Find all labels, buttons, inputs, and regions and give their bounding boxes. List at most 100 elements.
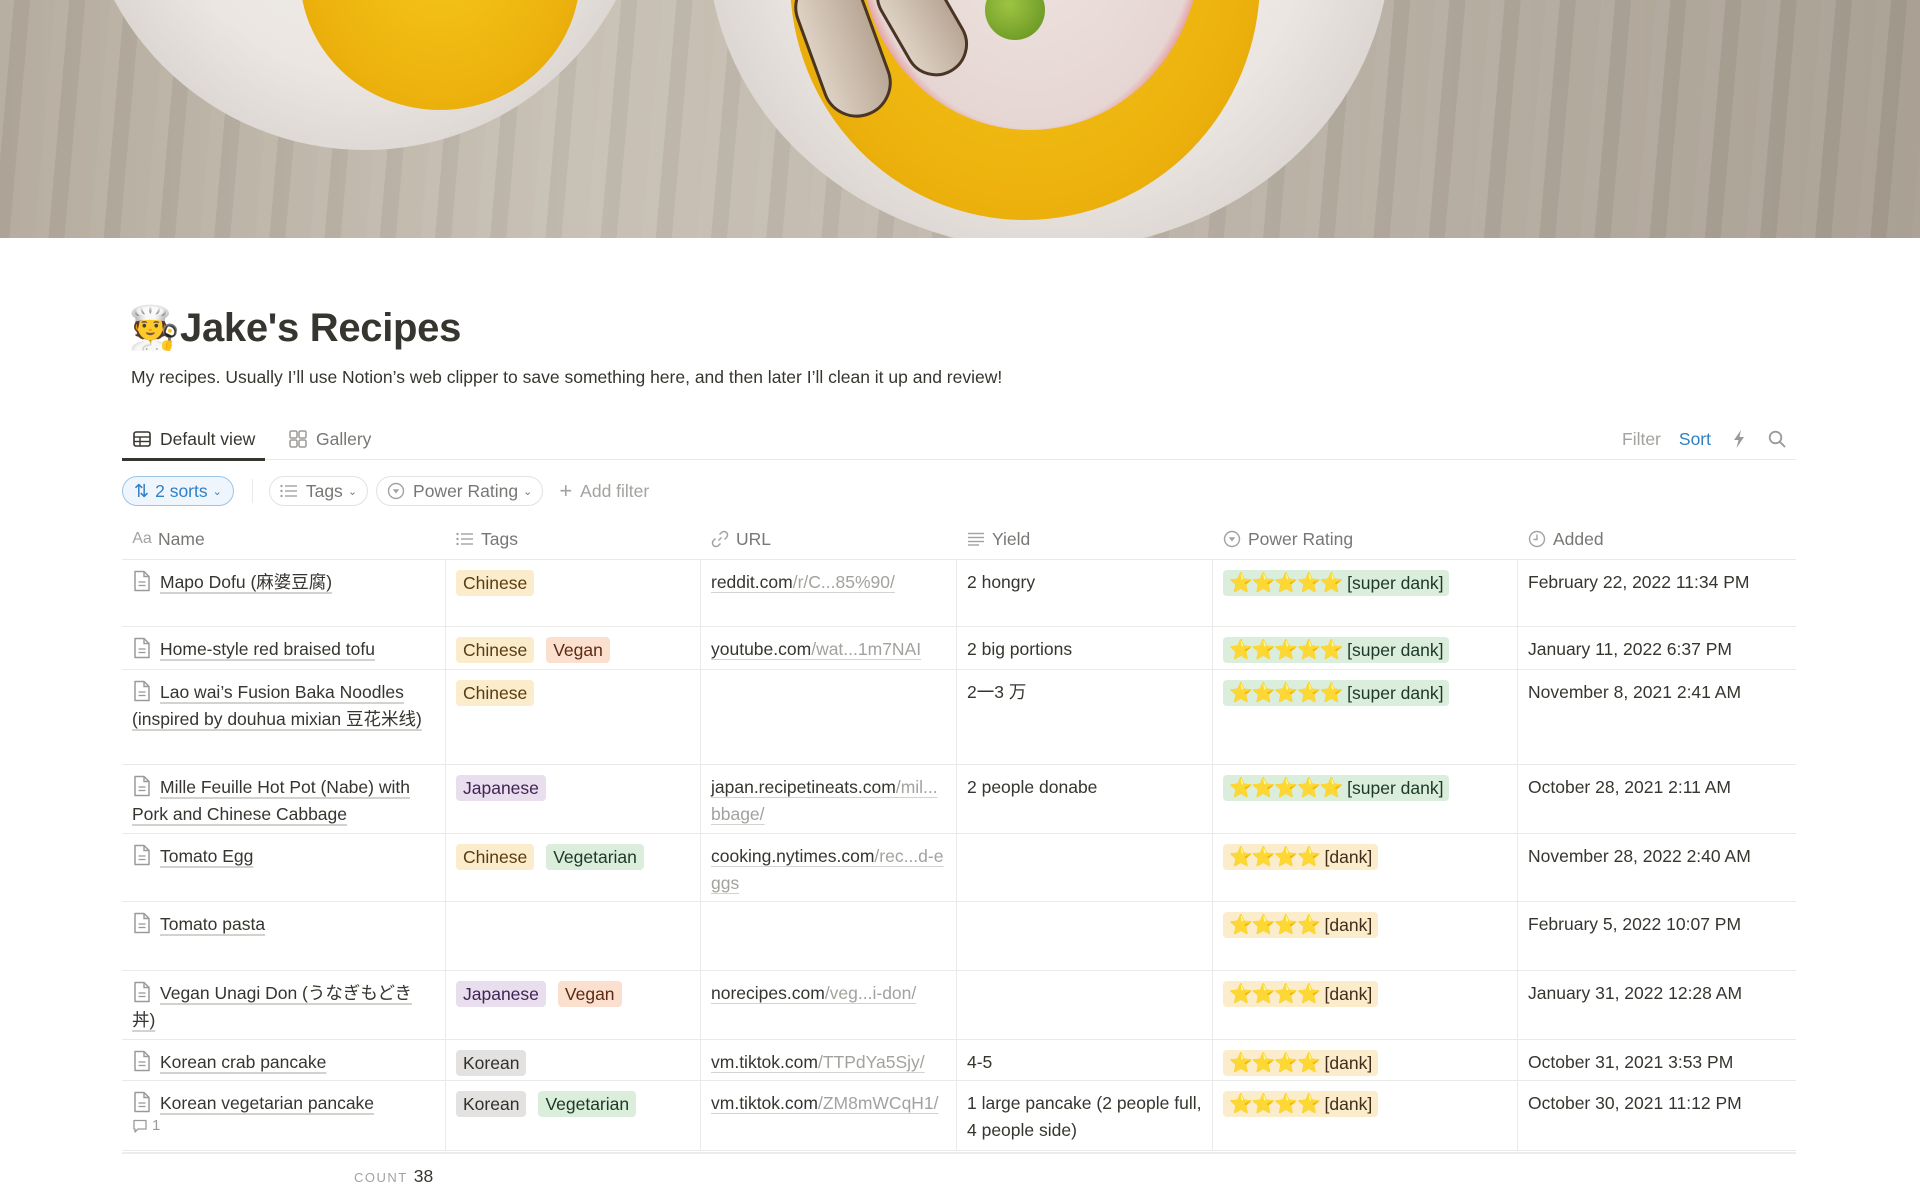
power-rating-filter-pill[interactable]: Power Rating ⌄ [376,476,544,506]
cell-url[interactable]: cooking.nytimes.com/rec...d-eggs [700,834,956,901]
tag-vegan[interactable]: Vegan [546,637,610,663]
cell-yield[interactable] [956,971,1212,1039]
column-header-power-rating[interactable]: Power Rating [1212,518,1517,560]
column-header-added[interactable]: Added [1517,518,1796,560]
cell-power-rating[interactable]: ⭐⭐⭐⭐ [dank] [1212,971,1517,1039]
cell-power-rating[interactable]: ⭐⭐⭐⭐ [dank] [1212,1040,1517,1080]
table-row[interactable]: Vegan Unagi Don (うなぎもどき丼) Japanese Vegan no… [122,971,1796,1040]
cell-name[interactable]: Mille Feuille Hot Pot (Nabe) with Pork a… [122,765,445,833]
recipe-name-link[interactable]: Tomato pasta [160,914,265,934]
url-link[interactable]: youtube.com/wat...1m7NAI [711,639,921,659]
sorts-pill[interactable]: ⇅ 2 sorts ⌄ [122,476,234,506]
cell-tags[interactable]: Korean [445,1040,700,1080]
table-row[interactable]: Tomato Egg Chinese Vegetarian cooking.nytim… [122,834,1796,902]
column-header-tags[interactable]: Tags [445,518,700,560]
column-header-yield[interactable]: Yield [956,518,1212,560]
power-rating-badge[interactable]: ⭐⭐⭐⭐ [dank] [1223,1050,1379,1076]
recipe-name-link[interactable]: Vegan Unagi Don (うなぎもどき丼) [132,983,412,1030]
sort-button[interactable]: Sort [1670,424,1720,454]
power-rating-badge[interactable]: ⭐⭐⭐⭐⭐ [super dank] [1223,637,1450,663]
table-row[interactable]: Home-style red braised tofu Chinese Vegan y… [122,627,1796,670]
table-row[interactable]: Lao wai’s Fusion Baka Noodles (inspired … [122,670,1796,765]
cell-name[interactable]: Korean crab pancake [122,1040,445,1080]
recipe-name-link[interactable]: Mapo Dofu (麻婆豆腐) [160,572,332,592]
tag-chinese[interactable]: Chinese [456,637,535,663]
cell-tags[interactable]: Japanese [445,765,700,833]
url-link[interactable]: norecipes.com/veg...i-don/ [711,983,916,1003]
url-link[interactable]: vm.tiktok.com/TTPdYa5Sjy/ [711,1052,925,1072]
recipe-name-link[interactable]: Lao wai’s Fusion Baka Noodles (inspired … [132,682,422,729]
cell-power-rating[interactable]: ⭐⭐⭐⭐ [dank] [1212,902,1517,970]
url-link[interactable]: vm.tiktok.com/ZM8mWCqH1/ [711,1093,939,1113]
tab-default-view[interactable]: Default view [122,418,266,461]
cell-url[interactable] [700,902,956,970]
cell-yield[interactable]: 2 people donabe [956,765,1212,833]
cell-yield[interactable]: 2 big portions [956,627,1212,669]
cell-power-rating[interactable]: ⭐⭐⭐⭐⭐ [super dank] [1212,560,1517,626]
cell-tags[interactable] [445,902,700,970]
tag-korean[interactable]: Korean [456,1091,527,1117]
tag-japanese[interactable]: Japanese [456,981,546,1007]
table-row[interactable]: Tomato pasta ⭐⭐⭐⭐ [dank] February 5, 2022 … [122,902,1796,971]
cell-power-rating[interactable]: ⭐⭐⭐⭐ [dank] [1212,834,1517,901]
url-link[interactable]: japan.recipetineats.com/mil...bbage/ [711,777,938,824]
page-title[interactable]: Jake's Recipes [180,300,461,356]
tag-vegetarian[interactable]: Vegetarian [538,1091,637,1117]
cell-tags[interactable]: Chinese Vegetarian [445,834,700,901]
automation-button[interactable] [1720,424,1758,454]
cell-url[interactable]: vm.tiktok.com/TTPdYa5Sjy/ [700,1040,956,1080]
table-row[interactable]: Mille Feuille Hot Pot (Nabe) with Pork a… [122,765,1796,834]
cell-url[interactable]: youtube.com/wat...1m7NAI [700,627,956,669]
cell-url[interactable] [700,670,956,764]
tag-chinese[interactable]: Chinese [456,844,535,870]
comment-count[interactable]: 1 [132,1117,435,1135]
cell-name[interactable]: Vegan Unagi Don (うなぎもどき丼) [122,971,445,1039]
chef-emoji-icon[interactable]: 🧑‍🍳 [128,300,180,356]
cell-yield[interactable]: 4-5 [956,1040,1212,1080]
cell-power-rating[interactable]: ⭐⭐⭐⭐⭐ [super dank] [1212,670,1517,764]
cell-power-rating[interactable]: ⭐⭐⭐⭐⭐ [super dank] [1212,765,1517,833]
recipe-name-link[interactable]: Tomato Egg [160,846,253,866]
cell-url[interactable]: reddit.com/r/C...85%90/ [700,560,956,626]
search-button[interactable] [1758,424,1796,454]
column-header-url[interactable]: URL [700,518,956,560]
cell-name[interactable]: Tomato Egg [122,834,445,901]
tags-filter-pill[interactable]: Tags ⌄ [268,476,369,506]
power-rating-badge[interactable]: ⭐⭐⭐⭐ [dank] [1223,912,1379,938]
column-header-name[interactable]: Aa Name [122,518,445,560]
tag-chinese[interactable]: Chinese [456,570,535,596]
cell-tags[interactable]: Chinese [445,670,700,764]
tag-korean[interactable]: Korean [456,1050,527,1076]
power-rating-badge[interactable]: ⭐⭐⭐⭐ [dank] [1223,1091,1379,1117]
add-filter-button[interactable]: + Add filter [559,478,649,504]
recipe-name-link[interactable]: Mille Feuille Hot Pot (Nabe) with Pork a… [132,777,410,824]
cell-tags[interactable]: Chinese Vegan [445,627,700,669]
power-rating-badge[interactable]: ⭐⭐⭐⭐ [dank] [1223,981,1379,1007]
page-description[interactable]: My recipes. Usually I’ll use Notion’s we… [131,365,1002,389]
cell-tags[interactable]: Japanese Vegan [445,971,700,1039]
cell-yield[interactable] [956,902,1212,970]
cell-name[interactable]: Tomato pasta [122,902,445,970]
cell-tags[interactable]: Chinese [445,560,700,626]
table-row[interactable]: Mapo Dofu (麻婆豆腐) Chinese reddit.com/r/C...… [122,560,1796,627]
cell-power-rating[interactable]: ⭐⭐⭐⭐ [dank] [1212,1081,1517,1150]
cell-power-rating[interactable]: ⭐⭐⭐⭐⭐ [super dank] [1212,627,1517,669]
recipe-name-link[interactable]: Home-style red braised tofu [160,639,375,659]
power-rating-badge[interactable]: ⭐⭐⭐⭐ [dank] [1223,844,1379,870]
power-rating-badge[interactable]: ⭐⭐⭐⭐⭐ [super dank] [1223,570,1450,596]
filter-button[interactable]: Filter [1613,424,1670,454]
recipe-name-link[interactable]: Korean vegetarian pancake [160,1093,374,1113]
cell-tags[interactable]: Korean Vegetarian [445,1081,700,1150]
tag-vegan[interactable]: Vegan [557,981,622,1007]
cell-url[interactable]: japan.recipetineats.com/mil...bbage/ [700,765,956,833]
cell-name[interactable]: Korean vegetarian pancake 1 [122,1081,445,1150]
cell-yield[interactable]: 2 hongry [956,560,1212,626]
cell-url[interactable]: vm.tiktok.com/ZM8mWCqH1/ [700,1081,956,1150]
tag-chinese[interactable]: Chinese [456,680,535,706]
table-row[interactable]: Korean crab pancake Korean vm.tiktok.com/T… [122,1040,1796,1081]
cell-yield[interactable]: 1 large pancake (2 people full, 4 people… [956,1081,1212,1150]
cell-yield[interactable] [956,834,1212,901]
tab-gallery[interactable]: Gallery [288,418,371,460]
recipe-name-link[interactable]: Korean crab pancake [160,1052,326,1072]
cell-name[interactable]: Mapo Dofu (麻婆豆腐) [122,560,445,626]
